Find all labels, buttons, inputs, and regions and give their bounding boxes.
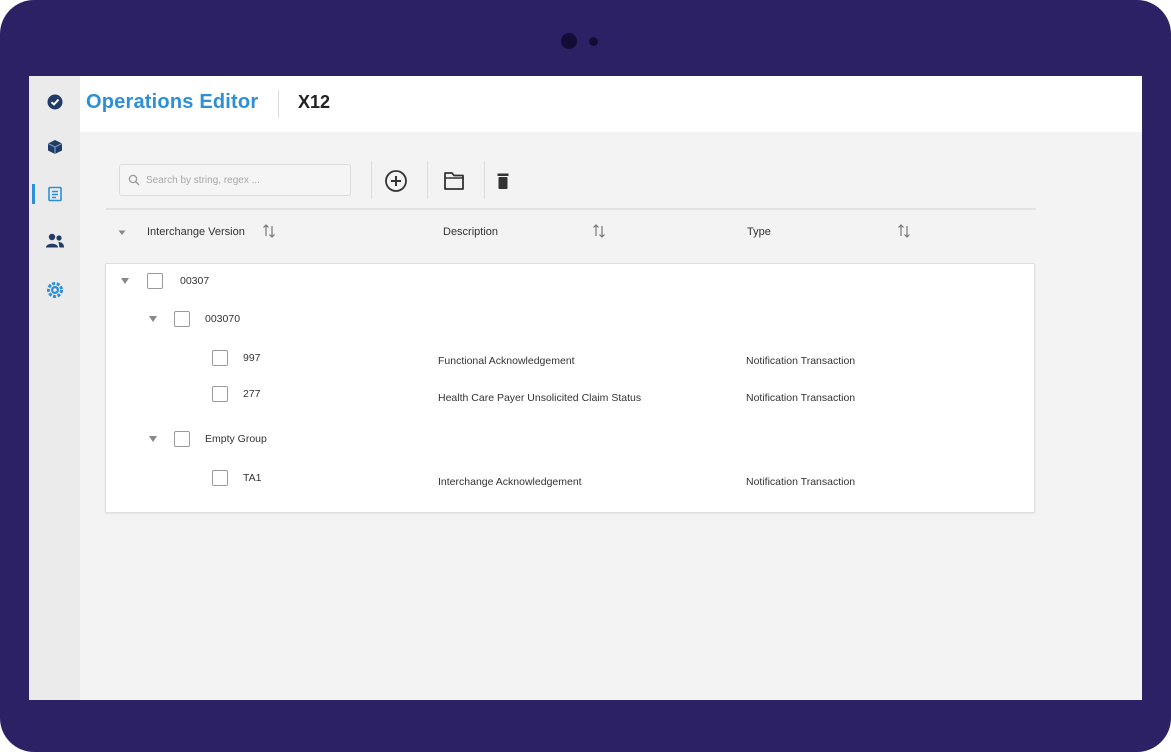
row-checkbox[interactable] [212,470,228,486]
table-row[interactable]: 277 Health Care Payer Unsolicited Claim … [106,380,1034,410]
active-indicator [32,184,35,204]
table-row[interactable]: 003070 [106,305,1034,335]
sidebar-item-packages[interactable] [29,132,80,162]
version-cell: 003070 [205,313,241,325]
tree-table: 00307 003070 997 Functional Acknowledgem… [105,263,1035,513]
sidebar [29,76,80,700]
sidebar-item-settings[interactable] [29,275,80,305]
delete-button[interactable] [488,166,518,196]
row-checkbox[interactable] [174,311,190,327]
type-cell: Notification Transaction [746,355,856,367]
toolbar-underline [106,208,1036,210]
sort-icon[interactable] [262,223,276,239]
search-input[interactable] [146,174,346,186]
description-cell: Interchange Acknowledgement [438,476,582,488]
row-checkbox[interactable] [212,350,228,366]
document-list-icon [47,186,62,202]
folder-open-icon [444,172,464,190]
type-cell: Notification Transaction [746,476,856,488]
version-cell: Empty Group [205,433,267,445]
sort-icon[interactable] [897,223,911,239]
trash-icon [497,173,509,189]
table-row[interactable]: 00307 [106,267,1034,297]
type-cell: Notification Transaction [746,392,856,404]
description-cell: Functional Acknowledgement [438,355,575,367]
app-screen: Operations Editor X12 Search by string, … [29,76,1142,700]
column-header-interchange-version[interactable]: Interchange Version [147,226,245,238]
toolbar-separator [427,161,428,199]
table-row[interactable]: Empty Group [106,425,1034,455]
row-checkbox[interactable] [174,431,190,447]
device-frame: Operations Editor X12 Search by string, … [0,0,1171,752]
column-header-description[interactable]: Description [443,226,498,238]
chevron-down-icon[interactable] [148,435,158,443]
sidebar-item-operations[interactable] [29,179,80,209]
version-cell: 277 [243,388,261,400]
gear-icon [46,282,63,298]
add-button[interactable] [381,166,411,196]
chevron-down-icon[interactable] [120,277,130,285]
row-checkbox[interactable] [147,273,163,289]
version-cell: 997 [243,352,261,364]
sensor-dot [589,37,598,46]
sidebar-item-dashboard[interactable] [29,87,80,117]
page-title: X12 [298,92,331,112]
search-box[interactable] [119,164,351,196]
description-cell: Health Care Payer Unsolicited Claim Stat… [438,392,642,404]
camera-dot [561,33,577,49]
app-title: Operations Editor [86,91,259,113]
column-header-type[interactable]: Type [747,226,771,238]
toolbar-separator [371,161,372,199]
header-divider [278,90,279,118]
content-area: Interchange Version Description Type 003… [99,139,1142,700]
version-cell: 00307 [180,275,210,287]
row-checkbox[interactable] [212,386,228,402]
table-row[interactable]: 997 Functional Acknowledgement Notificat… [106,344,1034,374]
cube-icon [47,140,62,154]
users-icon [45,233,64,248]
toolbar-separator [484,161,485,199]
sort-icon[interactable] [592,223,606,239]
table-row[interactable]: TA1 Interchange Acknowledgement Notifica… [106,464,1034,494]
sidebar-item-users[interactable] [29,226,80,256]
search-icon [128,174,140,186]
check-circle-icon [47,94,62,110]
add-circle-icon [385,170,407,192]
version-cell: TA1 [243,472,262,484]
chevron-down-icon[interactable] [148,315,158,323]
open-button[interactable] [440,166,470,196]
collapse-all-icon[interactable] [118,230,126,236]
header: Operations Editor X12 [80,76,1142,132]
